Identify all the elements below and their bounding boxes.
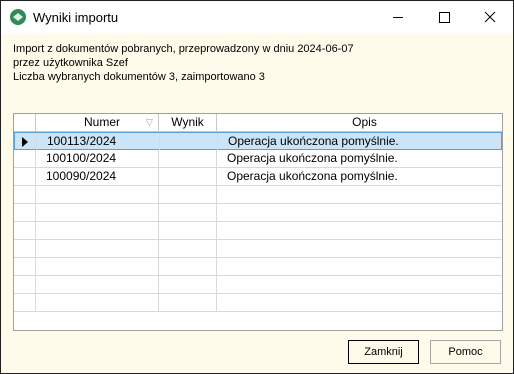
cell-numer (36, 258, 159, 275)
column-header-opis[interactable]: Opis (217, 114, 502, 131)
cell-wynik (159, 186, 217, 203)
cell-wynik (159, 258, 217, 275)
row-indicator (14, 294, 36, 311)
window-title: Wyniki importu (33, 10, 119, 25)
empty-row[interactable] (14, 294, 502, 312)
help-button[interactable]: Pomoc (430, 340, 501, 364)
column-numer-label: Numer (83, 115, 120, 129)
info-line-count: Liczba wybranych dokumentów 3, zaimporto… (13, 71, 265, 83)
cell-numer: 100113/2024 (37, 133, 160, 150)
row-pointer-icon (22, 137, 28, 147)
cell-wynik (159, 294, 217, 311)
minimize-icon (393, 17, 403, 18)
cell-numer (36, 222, 159, 239)
row-indicator (14, 258, 36, 275)
close-icon (484, 11, 496, 23)
close-button[interactable] (467, 1, 513, 34)
table-row[interactable]: 100090/2024 Operacja ukończona pomyślnie. (14, 168, 502, 186)
minimize-button[interactable] (375, 1, 421, 34)
cell-numer (36, 186, 159, 203)
row-indicator (14, 204, 36, 221)
empty-row[interactable] (14, 204, 502, 222)
cell-opis: Operacja ukończona pomyślnie. (228, 134, 399, 148)
cell-wynik (160, 133, 218, 150)
cell-opis (217, 204, 502, 221)
cell-opis (217, 186, 502, 203)
cell-numer (36, 204, 159, 221)
import-info: Import z dokumentów pobranych, przeprowa… (13, 42, 354, 84)
info-line-date: Import z dokumentów pobranych, przeprowa… (13, 43, 354, 55)
cell-opis (217, 276, 502, 293)
cell-opis (217, 294, 502, 311)
cell-opis (217, 222, 502, 239)
row-indicator (14, 222, 36, 239)
cell-numer: 100090/2024 (36, 168, 159, 185)
close-dialog-button[interactable]: Zamknij (348, 340, 419, 364)
row-indicator (14, 240, 36, 257)
cell-wynik (159, 276, 217, 293)
row-indicator (14, 186, 36, 203)
cell-wynik (159, 168, 217, 185)
cell-wynik (159, 150, 217, 167)
empty-row[interactable] (14, 258, 502, 276)
app-icon (10, 9, 26, 25)
cell-opis: Operacja ukończona pomyślnie. (227, 169, 398, 183)
cell-numer (36, 240, 159, 257)
dialog-window: Wyniki importu Import z dokumentów pobra… (0, 0, 514, 374)
header-indicator (14, 114, 36, 131)
results-grid[interactable]: Numer ▽ Wynik Opis 100113/2024 Operacja u… (13, 113, 503, 331)
column-header-wynik[interactable]: Wynik (159, 114, 217, 131)
cell-wynik (159, 240, 217, 257)
title-bar[interactable]: Wyniki importu (1, 1, 513, 34)
maximize-button[interactable] (421, 1, 467, 34)
maximize-icon (439, 12, 450, 23)
empty-row[interactable] (14, 276, 502, 294)
cell-opis: Operacja ukończona pomyślnie. (227, 151, 398, 165)
cell-opis (217, 258, 502, 275)
row-indicator (14, 276, 36, 293)
empty-row[interactable] (14, 186, 502, 204)
column-opis-label: Opis (352, 115, 377, 129)
table-row[interactable]: 100113/2024 Operacja ukończona pomyślnie. (14, 132, 502, 150)
info-line-user: przez użytkownika Szef (13, 57, 128, 69)
empty-row[interactable] (14, 222, 502, 240)
row-indicator (14, 168, 36, 185)
cell-wynik (159, 204, 217, 221)
sort-icon: ▽ (146, 117, 153, 127)
column-wynik-label: Wynik (171, 115, 204, 129)
cell-wynik (159, 222, 217, 239)
cell-numer (36, 276, 159, 293)
cell-opis (217, 240, 502, 257)
row-indicator (14, 150, 36, 167)
row-indicator (15, 133, 37, 150)
cell-numer (36, 294, 159, 311)
cell-numer: 100100/2024 (36, 150, 159, 167)
column-header-numer[interactable]: Numer (36, 114, 159, 131)
empty-row[interactable] (14, 240, 502, 258)
dialog-body: Import z dokumentów pobranych, przeprowa… (1, 34, 513, 373)
grid-header: Numer ▽ Wynik Opis (14, 114, 502, 132)
table-row[interactable]: 100100/2024 Operacja ukończona pomyślnie. (14, 150, 502, 168)
